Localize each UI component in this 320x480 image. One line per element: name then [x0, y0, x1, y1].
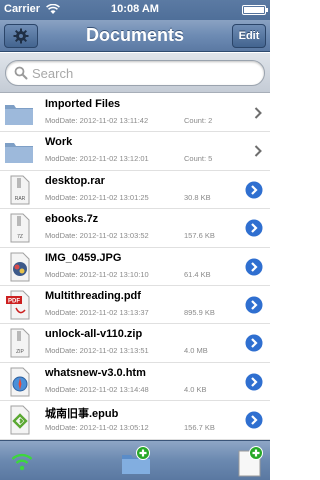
- file-row-desktop-rar[interactable]: RAR desktop.rar ModDate: 2012-11-02 13:0…: [0, 170, 270, 210]
- file-row-unlock-all-zip[interactable]: ZIP unlock-all-v110.zip ModDate: 2012-11…: [0, 324, 270, 363]
- file-moddate: ModDate: 2012-11-02 13:05:12: [45, 423, 149, 433]
- search-bar: [0, 53, 270, 93]
- file-count: Count: 5: [184, 154, 213, 164]
- file-size: 61.4 KB: [184, 269, 211, 279]
- detail-disclosure-icon[interactable]: [244, 218, 264, 238]
- file-row-multithreading-pdf[interactable]: PDF Multithreading.pdf ModDate: 2012-11-…: [0, 285, 270, 325]
- file-row-img-0459[interactable]: IMG_0459.JPG ModDate: 2012-11-02 13:10:1…: [0, 247, 270, 286]
- file-row-whatsnew-htm[interactable]: whatsnew-v3.0.htm ModDate: 2012-11-02 13…: [0, 362, 270, 402]
- detail-disclosure-icon[interactable]: [244, 295, 264, 315]
- file-name: IMG_0459.JPG: [45, 251, 122, 264]
- search-field[interactable]: [5, 60, 265, 86]
- file-row-epub[interactable]: 城南旧事.epub ModDate: 2012-11-02 13:05:12 1…: [0, 401, 270, 440]
- file-size: 4.0 MB: [184, 346, 208, 356]
- svg-text:ZIP: ZIP: [16, 349, 24, 355]
- search-input[interactable]: [32, 64, 252, 83]
- file-name: 城南旧事.epub: [45, 408, 119, 421]
- new-folder-icon[interactable]: [121, 445, 151, 475]
- html-file-icon: [10, 367, 30, 397]
- file-row-ebooks-7z[interactable]: 7Z ebooks.7z ModDate: 2012-11-02 13:03:5…: [0, 209, 270, 248]
- svg-text:PDF: PDF: [8, 298, 20, 304]
- bottom-toolbar: [0, 440, 270, 480]
- file-moddate: ModDate: 2012-11-02 13:01:25: [45, 192, 149, 202]
- file-moddate: ModDate: 2012-11-02 13:13:37: [45, 307, 149, 317]
- folder-icon: [5, 143, 33, 164]
- wifi-icon[interactable]: [10, 451, 34, 471]
- 7z-file-icon: 7Z: [10, 213, 30, 243]
- image-file-icon: [10, 252, 30, 282]
- file-moddate: ModDate: 2012-11-02 13:13:51: [45, 346, 149, 356]
- epub-file-icon: [10, 405, 30, 435]
- file-moddate: ModDate: 2012-11-02 13:12:01: [45, 154, 149, 164]
- svg-text:7Z: 7Z: [17, 234, 23, 240]
- file-name: ebooks.7z: [45, 213, 99, 226]
- detail-disclosure-icon[interactable]: [244, 257, 264, 277]
- file-size: 4.0 KB: [184, 384, 207, 394]
- battery-icon: [242, 5, 268, 15]
- search-icon: [14, 66, 28, 80]
- status-time: 10:08 AM: [111, 3, 159, 15]
- detail-disclosure-icon[interactable]: [244, 333, 264, 353]
- file-name: unlock-all-v110.zip: [45, 328, 143, 341]
- pdf-file-icon: PDF: [6, 290, 30, 320]
- detail-disclosure-icon[interactable]: [244, 372, 264, 392]
- zip-file-icon: ZIP: [10, 328, 30, 358]
- file-name: Imported Files: [45, 98, 121, 110]
- svg-text:RAR: RAR: [15, 196, 26, 202]
- navigation-bar: Documents Edit: [0, 20, 270, 52]
- file-count: Count: 2: [184, 116, 213, 125]
- file-size: 157.6 KB: [184, 231, 215, 241]
- file-moddate: ModDate: 2012-11-02 13:03:52: [45, 231, 149, 241]
- file-size: 156.7 KB: [184, 423, 215, 433]
- rar-file-icon: RAR: [10, 175, 30, 205]
- file-size: 30.8 KB: [184, 192, 211, 202]
- page-title: Documents: [85, 25, 184, 45]
- detail-disclosure-icon[interactable]: [244, 180, 264, 200]
- file-list: Imported Files ModDate: 2012-11-02 13:11…: [0, 94, 270, 440]
- edit-button[interactable]: Edit: [232, 24, 266, 48]
- detail-disclosure-icon[interactable]: [244, 410, 264, 430]
- file-moddate: ModDate: 2012-11-02 13:10:10: [45, 269, 149, 279]
- file-name: Work: [45, 136, 73, 149]
- status-bar: Carrier 10:08 AM: [0, 0, 270, 20]
- file-moddate: ModDate: 2012-11-02 13:14:48: [45, 384, 149, 394]
- new-file-icon[interactable]: [236, 445, 264, 477]
- folder-icon: [5, 105, 33, 125]
- chevron-right-icon: [254, 145, 262, 158]
- file-name: desktop.rar: [45, 174, 105, 187]
- file-row-imported-files[interactable]: Imported Files ModDate: 2012-11-02 13:11…: [0, 94, 270, 133]
- file-name: whatsnew-v3.0.htm: [45, 366, 146, 379]
- file-moddate: ModDate: 2012-11-02 13:11:42: [45, 116, 149, 125]
- file-name: Multithreading.pdf: [45, 289, 141, 302]
- chevron-right-icon: [254, 107, 262, 119]
- file-size: 895.9 KB: [184, 307, 215, 317]
- file-row-work[interactable]: Work ModDate: 2012-11-02 13:12:01 Count:…: [0, 132, 270, 171]
